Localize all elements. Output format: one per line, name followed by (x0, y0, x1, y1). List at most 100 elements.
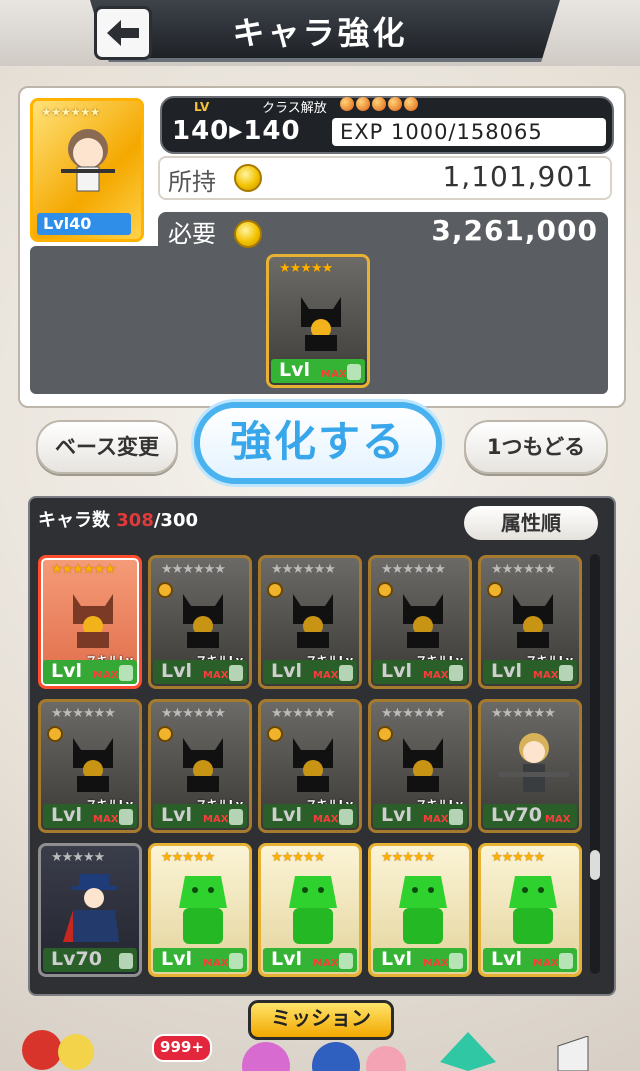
change-base-button[interactable]: ベース変更 (36, 420, 178, 474)
character-chibi-icon (61, 129, 115, 192)
card-max: MAX (313, 814, 339, 825)
card-level: Lvl (271, 804, 303, 826)
back-arrow-icon (107, 20, 139, 46)
coin-icon (234, 164, 262, 192)
character-card[interactable]: ★★★★★ Lvl MAX (368, 843, 472, 977)
party-characters-icon[interactable] (20, 1026, 110, 1071)
base-character-portrait[interactable]: ★★★★★★ Lvl40 (30, 98, 144, 242)
green-slime-icon (509, 876, 557, 944)
menu-tile-icon[interactable] (548, 1036, 598, 1071)
enhance-button[interactable]: 強化する (194, 402, 442, 484)
character-card[interactable]: ★★★★★★ Lv70 MAX (478, 699, 582, 833)
lock-icon (487, 582, 503, 598)
count-current: 308 (116, 510, 154, 531)
card-level: Lvl (271, 948, 303, 970)
card-stars: ★★★★★★ (51, 706, 116, 721)
black-cat-icon (293, 594, 333, 648)
orb-icon (340, 97, 354, 111)
class-release-orbs (340, 97, 418, 111)
required-value: 3,261,000 (431, 214, 598, 247)
card-max: MAX (533, 670, 559, 681)
shield-icon (119, 665, 133, 681)
shield-icon (339, 809, 353, 825)
character-card[interactable]: ★★★★★★ スキルLv Lvl MAX (478, 555, 582, 689)
character-count: キャラ数 308/300 (38, 506, 198, 532)
character-card[interactable]: ★★★★★★ スキルLv Lvl MAX (258, 699, 362, 833)
count-max: /300 (153, 510, 199, 531)
card-max: MAX (203, 670, 229, 681)
lock-icon (47, 726, 63, 742)
crystal-icon[interactable] (438, 1032, 498, 1071)
card-level: Lvl (491, 660, 523, 682)
notification-badge: 999+ (152, 1034, 212, 1062)
lock-icon (157, 582, 173, 598)
card-stars: ★★★★★ (51, 850, 105, 865)
card-max: MAX (203, 958, 229, 969)
undo-button[interactable]: 1つもどる (464, 420, 608, 474)
character-card[interactable]: ★★★★★ Lvl MAX (258, 843, 362, 977)
list-scrollbar[interactable] (590, 554, 600, 974)
character-card[interactable]: ★★★★★ Lvl MAX (148, 843, 252, 977)
character-card[interactable]: ★★★★★ Lv70 (38, 843, 142, 977)
card-max: MAX (93, 814, 119, 825)
mission-characters-icon[interactable] (236, 1036, 406, 1071)
shield-icon (449, 953, 463, 969)
magician-character-icon (63, 874, 119, 942)
lock-icon (377, 726, 393, 742)
card-level: Lv70 (51, 948, 102, 970)
card-stars: ★★★★★★ (491, 706, 556, 721)
shield-icon (229, 953, 243, 969)
orb-icon (388, 97, 402, 111)
character-card[interactable]: ★★★★★ Lvl MAX (478, 843, 582, 977)
card-stars: ★★★★★★ (381, 706, 446, 721)
character-card[interactable]: ★★★★★★ スキルLv Lvl MAX (148, 699, 252, 833)
page-title: キャラ強化 (232, 14, 408, 52)
base-character-level: Lvl40 (37, 213, 131, 235)
character-card[interactable]: ★★★★★★ スキルLv Lvl MAX (368, 699, 472, 833)
card-level: Lvl (271, 660, 303, 682)
character-card[interactable]: ★★★★★★ スキルLv Lvl MAX (38, 555, 142, 689)
shield-icon (119, 953, 133, 969)
shield-icon (229, 665, 243, 681)
lv-tag: LV (194, 100, 210, 114)
black-cat-icon (513, 594, 553, 648)
card-max: MAX (545, 814, 571, 825)
card-stars: ★★★★★★ (161, 706, 226, 721)
card-max: MAX (313, 958, 339, 969)
sort-attribute-button[interactable]: 属性順 (464, 506, 598, 540)
count-label: キャラ数 (38, 510, 110, 531)
level-values: 140▸140 (172, 116, 301, 146)
class-release-label: クラス解放 (262, 101, 327, 116)
back-button[interactable] (94, 6, 152, 60)
card-stars: ★★★★★★ (491, 562, 556, 577)
character-card[interactable]: ★★★★★★ スキルLv Lvl MAX (368, 555, 472, 689)
owned-label: 所持 (168, 168, 216, 196)
card-max: MAX (423, 958, 449, 969)
material-card[interactable]: ★★★★★ Lvl MAX (266, 254, 370, 388)
shield-icon (449, 665, 463, 681)
shield-icon (339, 953, 353, 969)
black-cat-icon (403, 594, 443, 648)
lock-icon (377, 582, 393, 598)
card-stars: ★★★★★★ (271, 706, 336, 721)
card-stars: ★★★★★ (271, 850, 325, 865)
card-level: Lv70 (491, 804, 542, 826)
card-max: MAX (93, 670, 119, 681)
mission-button[interactable]: ミッション (248, 1000, 394, 1040)
character-card[interactable]: ★★★★★★ スキルLv Lvl MAX (148, 555, 252, 689)
character-card[interactable]: ★★★★★★ スキルLv Lvl MAX (38, 699, 142, 833)
card-max: MAX (533, 958, 559, 969)
card-max: MAX (423, 814, 449, 825)
character-card[interactable]: ★★★★★★ スキルLv Lvl MAX (258, 555, 362, 689)
shield-icon (339, 665, 353, 681)
orb-icon (404, 97, 418, 111)
card-level: Lvl (161, 804, 193, 826)
card-max: MAX (313, 670, 339, 681)
base-character-stars: ★★★★★★ (41, 105, 101, 119)
black-cat-icon (293, 738, 333, 792)
shield-icon (347, 364, 361, 380)
lock-icon (267, 726, 283, 742)
list-scroll-thumb[interactable] (590, 850, 600, 880)
card-level: Lvl (491, 948, 523, 970)
black-cat-icon (73, 738, 113, 792)
